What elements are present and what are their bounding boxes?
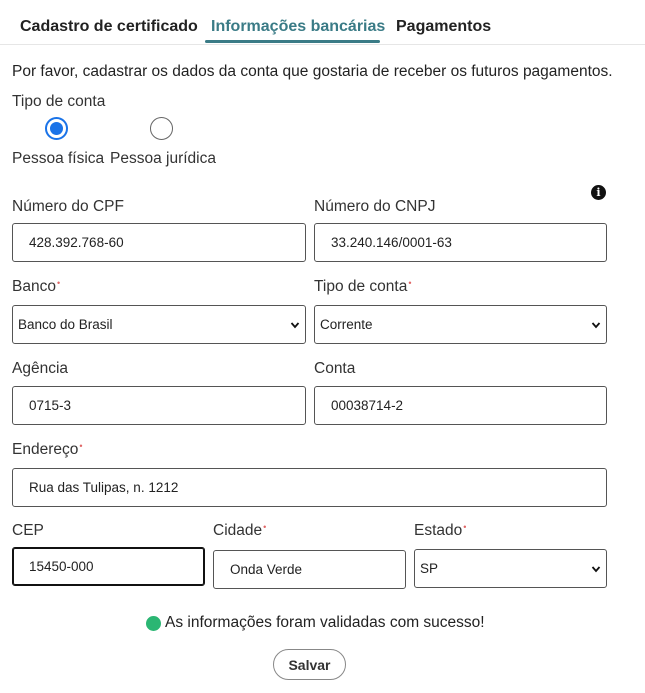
chevron-down-icon [591,321,601,328]
cep-input[interactable] [12,547,205,586]
cpf-label: Número do CPF [12,198,124,215]
account-number-label: Conta [314,360,356,377]
intro-text: Por favor, cadastrar os dados da conta q… [12,63,613,80]
validation-status: As informações foram validadas com suces… [146,614,485,632]
state-select-value: SP [420,561,439,576]
bank-select-value: Banco do Brasil [18,317,113,332]
save-button[interactable]: Salvar [273,649,346,680]
validation-message: As informações foram validadas com suces… [165,614,485,631]
tab-informacoes-bancarias[interactable]: Informações bancárias [211,18,385,36]
radio-label-pessoa-juridica: Pessoa jurídica [110,150,216,167]
success-dot-icon [146,615,161,631]
required-marker: • [263,522,267,532]
bank-label: Banco• [12,278,61,295]
radio-label-pessoa-fisica: Pessoa física [12,150,105,167]
address-label: Endereço• [12,441,83,458]
city-input[interactable] [213,550,406,589]
account-type-label: Tipo de conta [12,93,106,110]
cnpj-input[interactable] [314,223,607,262]
account-kind-select[interactable]: Corrente [314,305,607,344]
cep-label: CEP [12,522,44,539]
radio-pessoa-juridica[interactable] [150,117,173,140]
tab-pagamentos[interactable]: Pagamentos [396,18,491,36]
tab-divider [0,44,645,45]
state-select[interactable]: SP [414,549,607,588]
bank-select[interactable]: Banco do Brasil [12,305,306,344]
tab-cadastro-de-certificado[interactable]: Cadastro de certificado [20,18,198,36]
radio-pessoa-fisica[interactable] [45,117,68,140]
account-number-input[interactable] [314,386,607,425]
agency-input[interactable] [12,386,306,425]
account-kind-label: Tipo de conta• [314,278,412,295]
agency-label: Agência [12,360,69,377]
state-label: Estado• [414,522,467,539]
required-marker: • [408,278,412,288]
chevron-down-icon [591,565,601,572]
info-icon[interactable]: i [591,185,606,200]
cnpj-label: Número do CNPJ [314,198,436,215]
info-icon-glyph: i [596,186,601,199]
address-input[interactable] [12,468,607,507]
account-kind-select-value: Corrente [320,317,373,332]
required-marker: • [79,441,83,451]
cpf-input[interactable] [12,223,306,262]
city-label: Cidade• [213,522,267,539]
required-marker: • [56,278,61,288]
chevron-down-icon [290,321,300,328]
active-tab-indicator [205,40,380,43]
required-marker: • [463,522,467,532]
